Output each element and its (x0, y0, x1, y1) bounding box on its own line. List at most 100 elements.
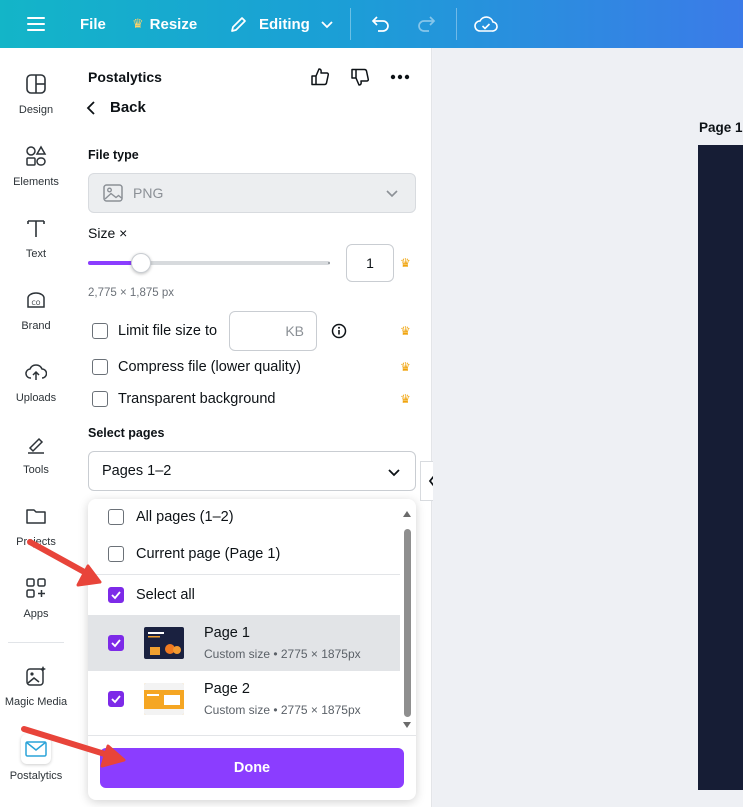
chevron-down-icon (321, 21, 333, 29)
rail-item-tools[interactable]: Tools (0, 432, 72, 496)
chevron-down-icon (386, 190, 398, 198)
kb-placeholder: KB (285, 323, 304, 339)
rail-label: Tools (23, 464, 49, 476)
select-all-label: Select all (136, 587, 195, 603)
redo-button[interactable] (417, 0, 437, 48)
back-button[interactable]: Back (86, 99, 146, 116)
option-select-all[interactable]: Select all (88, 580, 400, 610)
topbar-divider (350, 8, 351, 40)
rail-item-design[interactable]: Design (0, 72, 72, 136)
slider-end-dot (328, 262, 330, 264)
scroll-up-icon (403, 511, 411, 517)
checkbox[interactable] (92, 359, 108, 375)
brand-icon: CO (24, 288, 48, 312)
select-pages-value: Pages 1–2 (102, 463, 172, 479)
page-2-thumbnail (144, 683, 184, 715)
svg-text:CO: CO (32, 300, 41, 307)
uploads-icon (24, 360, 48, 384)
pages-dropdown-menu: All pages (1–2) Current page (Page 1) Se… (88, 499, 416, 800)
checkbox[interactable] (108, 509, 124, 525)
rail-label: Brand (21, 320, 51, 332)
rail-label: Design (18, 104, 54, 116)
crown-icon: ♛ (400, 360, 411, 374)
limit-file-size-label: Limit file size to (118, 323, 218, 339)
redo-icon (418, 16, 436, 32)
size-input[interactable]: 1 (346, 244, 394, 282)
rail-label: Text (25, 248, 47, 260)
checkbox[interactable] (92, 323, 108, 339)
rail-item-projects[interactable]: Projects (0, 504, 72, 568)
crown-icon: ♛ (132, 16, 144, 31)
file-type-select[interactable]: PNG (88, 173, 416, 213)
thumbs-down-icon (351, 68, 370, 86)
rail-item-postalytics[interactable]: Postalytics (0, 734, 72, 798)
rail-item-apps[interactable]: Apps (0, 576, 72, 640)
chevron-left-icon (86, 100, 95, 115)
rail-item-magic-media[interactable]: Magic Media (0, 664, 72, 728)
page-2-name: Page 2 (204, 681, 250, 697)
select-pages-dropdown[interactable]: Pages 1–2 (88, 451, 416, 491)
cloud-check-icon (474, 16, 498, 32)
transparent-background-checkbox[interactable]: Transparent background (92, 391, 275, 407)
page-row-2[interactable]: Page 2 Custom size • 2775 × 1875px (88, 671, 400, 727)
option-current-page[interactable]: Current page (Page 1) (88, 539, 400, 569)
editing-mode-button[interactable]: Editing (229, 0, 334, 48)
crown-icon: ♛ (400, 324, 411, 338)
image-icon (103, 184, 123, 202)
page-row-1[interactable]: Page 1 Custom size • 2775 × 1875px (88, 615, 400, 671)
rail-label: Postalytics (9, 770, 63, 782)
check-icon (111, 591, 121, 600)
apps-icon (24, 576, 48, 600)
undo-button[interactable] (370, 0, 390, 48)
elements-icon (24, 144, 48, 168)
rail-item-elements[interactable]: Elements (0, 144, 72, 208)
thumbs-down-button[interactable] (349, 66, 371, 88)
rail-item-brand[interactable]: CO Brand (0, 288, 72, 352)
done-button[interactable]: Done (100, 748, 404, 788)
size-slider-thumb[interactable] (131, 253, 152, 273)
checkbox[interactable] (108, 546, 124, 562)
dropdown-scrollbar[interactable] (401, 505, 413, 731)
size-slider[interactable] (88, 253, 330, 273)
checkbox[interactable] (92, 391, 108, 407)
size-label: Size × (88, 225, 128, 241)
page-1-name: Page 1 (204, 625, 250, 641)
folder-icon (24, 504, 48, 528)
rail-item-uploads[interactable]: Uploads (0, 360, 72, 424)
rail-item-text[interactable]: Text (0, 216, 72, 280)
compress-file-checkbox[interactable]: Compress file (lower quality) (92, 359, 301, 375)
compress-file-label: Compress file (lower quality) (118, 359, 301, 375)
thumbs-up-icon (311, 68, 330, 86)
hamburger-icon (27, 17, 45, 31)
current-page-label: Current page (Page 1) (136, 546, 281, 562)
save-status-button[interactable] (474, 0, 498, 48)
checkbox-checked[interactable] (108, 635, 124, 651)
panel-title: Postalytics (88, 69, 162, 85)
menu-button[interactable] (26, 0, 46, 48)
page-1-size: Custom size • 2775 × 1875px (204, 647, 361, 661)
check-icon (111, 639, 121, 648)
crown-icon: ♛ (400, 392, 411, 406)
editing-label: Editing (259, 15, 310, 33)
limit-file-size-checkbox[interactable]: Limit file size to (92, 323, 217, 339)
page-label: Page 1 (699, 120, 743, 135)
checkbox-checked[interactable] (108, 587, 124, 603)
resize-button[interactable]: ♛ Resize (132, 0, 197, 48)
checkbox-checked[interactable] (108, 691, 124, 707)
undo-icon (371, 16, 389, 32)
rail-label: Elements (13, 176, 59, 188)
transparent-background-label: Transparent background (118, 391, 276, 407)
info-icon[interactable] (331, 323, 347, 339)
more-options-button[interactable] (389, 66, 411, 88)
scrollbar-thumb[interactable] (404, 529, 411, 717)
all-pages-label: All pages (1–2) (136, 509, 234, 525)
file-menu-button[interactable]: File (80, 0, 106, 48)
thumbs-up-button[interactable] (309, 66, 331, 88)
page-1-canvas[interactable] (698, 145, 743, 790)
top-bar: File ♛ Resize Editing (0, 0, 743, 48)
option-all-pages[interactable]: All pages (1–2) (88, 502, 400, 532)
chevron-down-icon (388, 469, 400, 477)
kb-input[interactable]: KB (229, 311, 317, 351)
dimensions-text: 2,775 × 1,875 px (88, 287, 175, 299)
resize-label: Resize (149, 15, 198, 33)
